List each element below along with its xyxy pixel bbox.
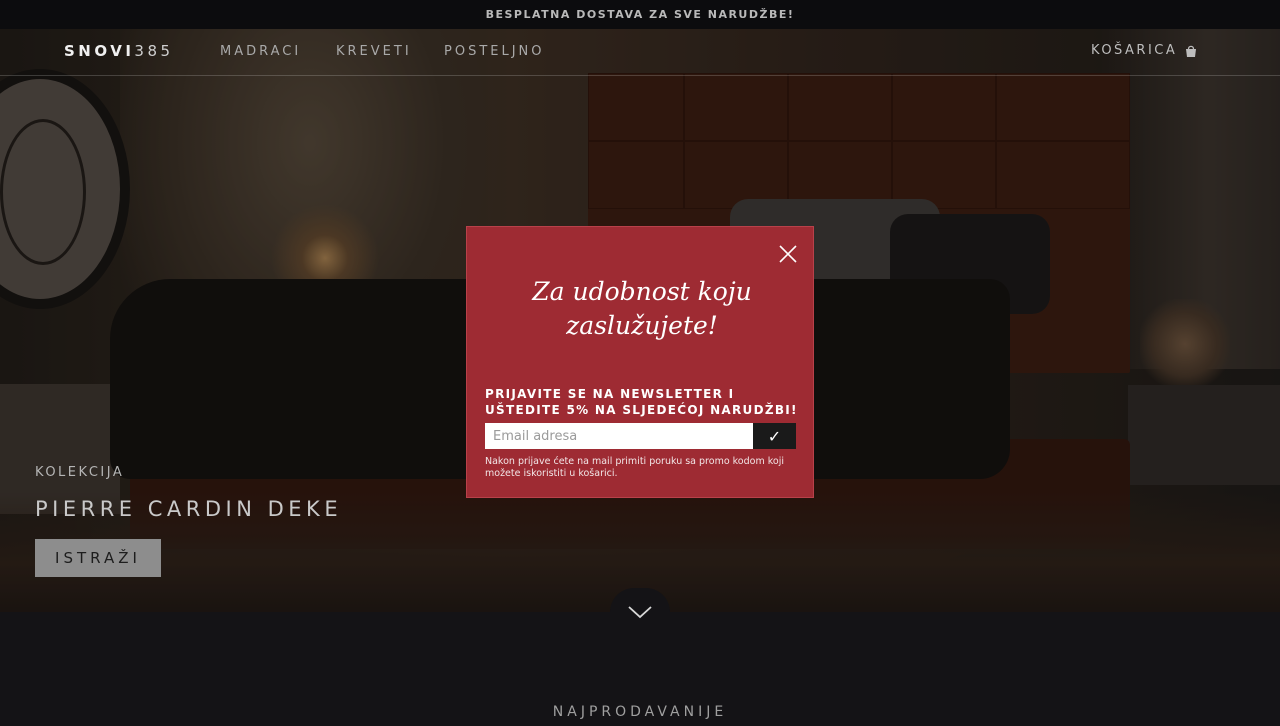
- site-logo[interactable]: SNOVI385: [64, 42, 174, 60]
- cart-link[interactable]: KOŠARICA: [1091, 43, 1198, 58]
- logo-bold-text: SNOVI: [64, 42, 135, 60]
- popup-heading-line2: zaslužujete!: [566, 311, 718, 340]
- nav-item-madraci[interactable]: MADRACI: [220, 44, 301, 59]
- explore-button[interactable]: ISTRAŽI: [35, 539, 161, 577]
- announcement-bar: BESPLATNA DOSTAVA ZA SVE NARUDŽBE!: [0, 0, 1280, 29]
- chevron-down-icon[interactable]: [627, 604, 653, 620]
- popup-heading: Za udobnost koju zaslužujete!: [497, 275, 787, 343]
- section-title-bestsellers: NAJPRODAVANIJE: [552, 704, 728, 720]
- popup-heading-line1: Za udobnost koju: [532, 277, 752, 306]
- announcement-text: BESPLATNA DOSTAVA ZA SVE NARUDŽBE!: [485, 8, 795, 21]
- nav-item-posteljno[interactable]: POSTELJNO: [444, 44, 545, 59]
- email-input[interactable]: [485, 423, 753, 449]
- newsletter-popup: Za udobnost koju zaslužujete! PRIJAVITE …: [466, 226, 814, 498]
- hero-eyebrow-text: KOLEKCIJA: [35, 465, 125, 480]
- subscribe-button[interactable]: ✓: [753, 423, 796, 449]
- main-header: SNOVI385 MADRACI KREVETI POSTELJNO KOŠAR…: [0, 29, 1280, 76]
- hero-eyebrow: KOLEKCIJA: [35, 461, 124, 480]
- shopping-bag-icon: [1184, 44, 1198, 58]
- popup-subheading: PRIJAVITE SE NA NEWSLETTER I UŠTEDITE 5%…: [485, 387, 798, 417]
- hero-title: PIERRE CARDIN DEKE: [35, 497, 343, 521]
- close-icon[interactable]: [777, 243, 799, 265]
- nav-item-kreveti[interactable]: KREVETI: [336, 44, 412, 59]
- cart-label: KOŠARICA: [1091, 43, 1178, 58]
- popup-note: Nakon prijave ćete na mail primiti poruk…: [485, 456, 784, 479]
- logo-light-text: 385: [134, 42, 174, 60]
